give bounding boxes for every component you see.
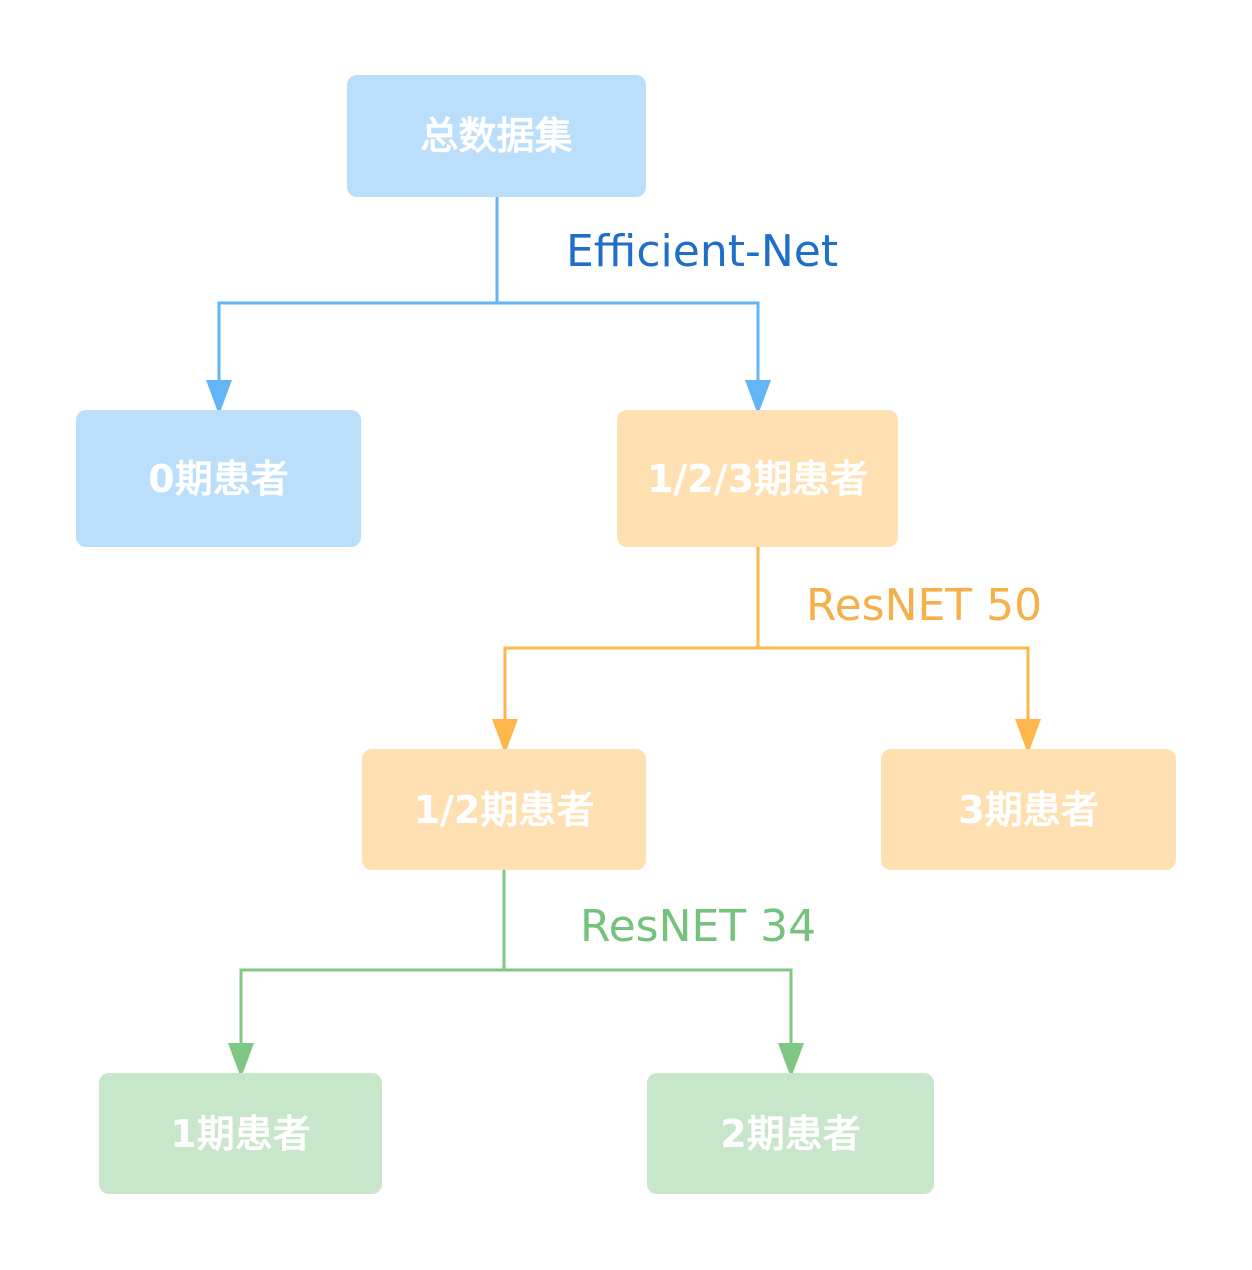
label-resnet50: ResNET 50 (806, 580, 1043, 631)
efficientnet-branch (217, 301, 760, 383)
node-total-dataset: 总数据集 (347, 75, 646, 197)
resnet50-branch (503, 646, 1030, 722)
node-stage12-patients: 1/2期患者 (362, 749, 646, 870)
resnet34-branch (239, 968, 793, 1046)
node-stage1-patients: 1期患者 (99, 1073, 382, 1194)
node-stage123-patients: 1/2/3期患者 (617, 410, 898, 547)
label-efficient-net: Efficient-Net (566, 226, 839, 277)
resnet34-connectors (239, 870, 793, 1046)
node-stage2-patients: 2期患者 (647, 1073, 934, 1194)
classification-tree-diagram: 总数据集 0期患者 1/2/3期患者 1/2期患者 3期患者 1期患者 2期患者… (0, 0, 1252, 1270)
node-stage3-patients: 3期患者 (881, 749, 1176, 870)
efficientnet-connectors (217, 197, 760, 383)
label-resnet34: ResNET 34 (580, 901, 817, 952)
node-stage0-patients: 0期患者 (76, 410, 361, 547)
resnet50-connectors (503, 547, 1030, 722)
